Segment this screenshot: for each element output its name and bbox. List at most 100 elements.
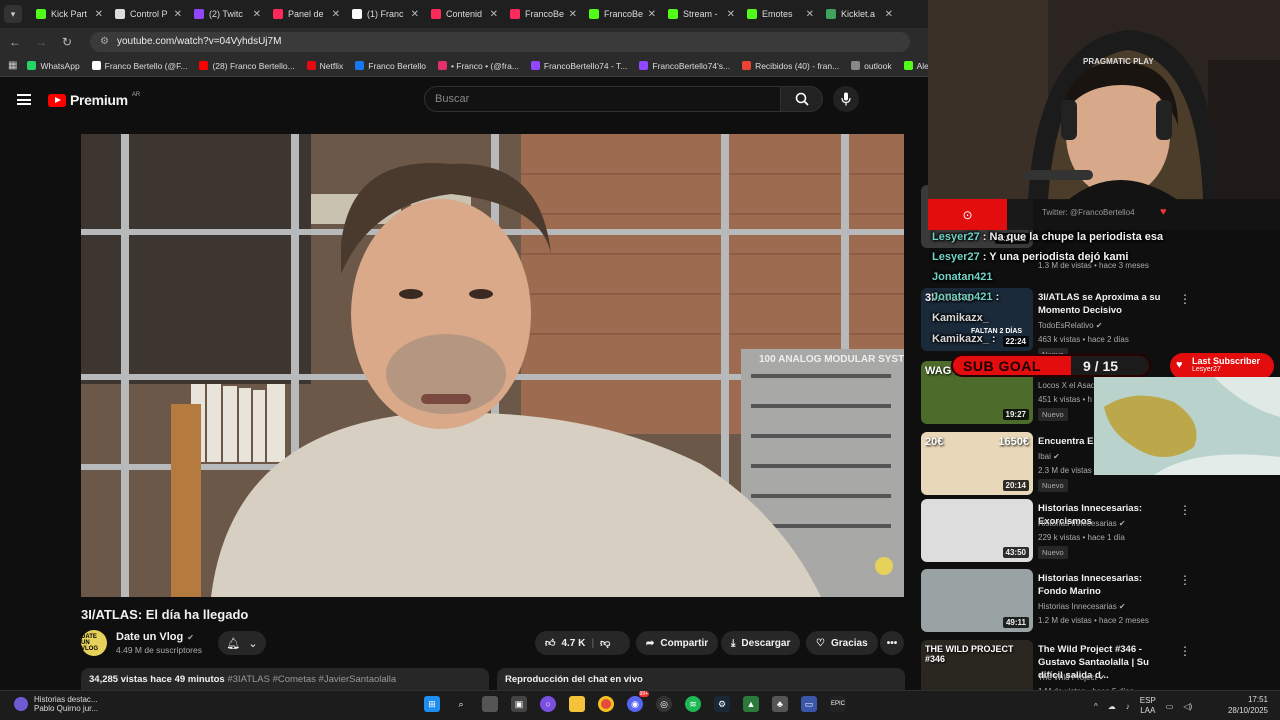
- search-button[interactable]: [781, 86, 823, 112]
- more-actions-button[interactable]: •••: [880, 631, 904, 655]
- download-button[interactable]: ⤓ Descargar: [721, 631, 801, 655]
- more-options-icon[interactable]: ⋮: [1179, 573, 1191, 587]
- tab-search-dropdown[interactable]: ▾: [4, 5, 22, 23]
- browser-tab[interactable]: FrancoBe ✕: [504, 0, 583, 28]
- cloud-icon[interactable]: ☁: [1108, 702, 1116, 711]
- like-button[interactable]: 👍︎ 4.7 K: [545, 637, 585, 650]
- notifications-button[interactable]: 🔔︎ ⌄: [218, 631, 266, 655]
- obs-icon[interactable]: ◎: [656, 696, 672, 712]
- windows-start-icon[interactable]: ⊞: [424, 696, 440, 712]
- bookmark-item[interactable]: Recibidos (40) - fran...: [742, 61, 839, 71]
- browser-tab[interactable]: (2) Twitc ✕: [188, 0, 267, 28]
- video-channel[interactable]: TodoEsRelativo ✔: [1038, 321, 1103, 330]
- more-options-icon[interactable]: ⋮: [1179, 292, 1191, 306]
- copilot-icon[interactable]: ○: [540, 696, 556, 712]
- video-channel[interactable]: Historias Innecesarias ✔: [1038, 519, 1126, 528]
- language-indicator[interactable]: ESP LAA: [1140, 696, 1156, 716]
- steam-icon[interactable]: ⚙: [714, 696, 730, 712]
- bookmark-item[interactable]: outlook: [851, 61, 892, 71]
- close-tab-icon[interactable]: ✕: [885, 9, 893, 20]
- video-thumbnail[interactable]: THE WILD PROJECT #346: [921, 640, 1033, 690]
- video-title[interactable]: 3I/ATLAS se Aproxima a su Momento Decisi…: [1038, 291, 1173, 317]
- more-options-icon[interactable]: ⋮: [1179, 644, 1191, 658]
- more-options-icon[interactable]: ⋮: [1179, 503, 1191, 517]
- close-tab-icon[interactable]: ✕: [95, 9, 103, 20]
- browser-tab[interactable]: Panel de ✕: [267, 0, 346, 28]
- description-box[interactable]: 34,285 vistas hace 49 minutos #3IATLAS #…: [81, 668, 489, 690]
- video-title[interactable]: Historias Innecesarias: Fondo Marino: [1038, 572, 1173, 598]
- url-field[interactable]: ⚙ youtube.com/watch?v=04VyhdsUj7M: [90, 31, 910, 52]
- close-tab-icon[interactable]: ✕: [569, 9, 577, 20]
- browser-tab[interactable]: Control P ✕: [109, 0, 188, 28]
- close-tab-icon[interactable]: ✕: [727, 9, 735, 20]
- video-channel[interactable]: Historias Innecesarias ✔: [1038, 602, 1126, 611]
- recommended-video[interactable]: THE WILD PROJECT #346 The Wild Project #3…: [921, 640, 1280, 690]
- voice-search-button[interactable]: [833, 86, 859, 112]
- chevron-up-icon[interactable]: ^: [1094, 702, 1098, 711]
- recommended-video[interactable]: 49:11 Historias Innecesarias: Fondo Marin…: [921, 569, 1280, 633]
- bookmark-item[interactable]: FrancoBertello74's...: [639, 61, 730, 71]
- menu-icon[interactable]: [17, 94, 31, 105]
- close-tab-icon[interactable]: ✕: [806, 9, 814, 20]
- hashtags[interactable]: #3IATLAS #Cometas #JavierSantaolalla: [227, 674, 396, 685]
- bookmark-item[interactable]: Franco Bertello (@F...: [91, 61, 187, 71]
- bookmark-item[interactable]: Netflix: [306, 61, 343, 71]
- browser-tab[interactable]: Emotes ✕: [741, 0, 820, 28]
- bookmark-item[interactable]: Franco Bertello: [355, 61, 426, 71]
- video-thumbnail[interactable]: 20€ 1650€ 20:14: [921, 432, 1033, 495]
- video-thumbnail[interactable]: 43:50: [921, 499, 1033, 562]
- close-tab-icon[interactable]: ✕: [332, 9, 340, 20]
- task-view-icon[interactable]: [482, 696, 498, 712]
- close-tab-icon[interactable]: ✕: [411, 9, 419, 20]
- app-icon[interactable]: ▲: [743, 696, 759, 712]
- youtube-premium-logo[interactable]: Premium AR: [48, 92, 140, 108]
- reload-icon[interactable]: ↻: [60, 35, 74, 49]
- clock[interactable]: 17:51 28/10/2025: [1224, 694, 1268, 716]
- network-icon[interactable]: ▭: [1166, 702, 1174, 711]
- share-button[interactable]: ➦ Compartir: [636, 631, 719, 655]
- volume-icon[interactable]: ◁): [1183, 702, 1192, 711]
- channel-name[interactable]: Date un Vlog: [116, 631, 183, 643]
- epic-games-icon[interactable]: EPIC: [830, 696, 846, 712]
- bookmark-item[interactable]: • Franco • (@fra...: [437, 61, 519, 71]
- search-icon[interactable]: ⌕: [453, 696, 469, 712]
- site-info-icon[interactable]: ⚙: [100, 36, 109, 47]
- video-thumbnail[interactable]: 49:11: [921, 569, 1033, 632]
- back-icon[interactable]: ←: [8, 35, 22, 49]
- views-time: 34,285 vistas hace 49 minutos: [89, 674, 225, 685]
- chrome-icon[interactable]: [598, 696, 614, 712]
- close-tab-icon[interactable]: ✕: [174, 9, 182, 20]
- browser-tab[interactable]: Kick Part ✕: [30, 0, 109, 28]
- search-input[interactable]: Buscar: [424, 86, 781, 112]
- news-widget[interactable]: Historias destac... Pablo Quirno jur...: [14, 695, 98, 713]
- spotify-icon[interactable]: ≋: [685, 696, 701, 712]
- channel-avatar[interactable]: DATE UN VLOG: [81, 630, 107, 656]
- recommended-video[interactable]: 43:50 Historias Innecesarias: Exorcismos H…: [921, 499, 1280, 563]
- gaming-icon[interactable]: ♣: [772, 696, 788, 712]
- browser-tab[interactable]: Kicklet.a ✕: [820, 0, 899, 28]
- store-icon[interactable]: ▣: [511, 696, 527, 712]
- discord-icon[interactable]: ◉ 99+: [627, 691, 649, 712]
- apps-icon[interactable]: ▦: [8, 60, 17, 71]
- video-channel[interactable]: Ibai ✔: [1038, 452, 1060, 461]
- chat-replay-header[interactable]: Reproducción del chat en vivo: [497, 668, 905, 690]
- monitor-icon[interactable]: ▭: [801, 696, 817, 712]
- video-channel[interactable]: The Wild Project ✔: [1038, 673, 1106, 682]
- video-player[interactable]: 100 ANALOG MODULAR SYSTEM: [81, 134, 904, 597]
- close-tab-icon[interactable]: ✕: [253, 9, 261, 20]
- thanks-button[interactable]: ♡ Gracias: [806, 631, 878, 655]
- bookmark-item[interactable]: WhatsApp: [27, 61, 80, 71]
- bookmark-item[interactable]: FrancoBertello74 - T...: [530, 61, 627, 71]
- close-tab-icon[interactable]: ✕: [648, 9, 656, 20]
- browser-tab[interactable]: Stream - ✕: [662, 0, 741, 28]
- microphone-icon[interactable]: ♪: [1126, 702, 1130, 711]
- bookmark-item[interactable]: Aler: [903, 61, 928, 71]
- dislike-button[interactable]: 👎︎: [600, 637, 610, 649]
- file-explorer-icon[interactable]: [569, 696, 585, 712]
- close-tab-icon[interactable]: ✕: [490, 9, 498, 20]
- browser-tab[interactable]: FrancoBe ✕: [583, 0, 662, 28]
- forward-icon[interactable]: →: [34, 35, 48, 49]
- bookmark-item[interactable]: (28) Franco Bertello...: [199, 61, 295, 71]
- browser-tab[interactable]: Contenid ✕: [425, 0, 504, 28]
- browser-tab[interactable]: (1) Franc ✕: [346, 0, 425, 28]
